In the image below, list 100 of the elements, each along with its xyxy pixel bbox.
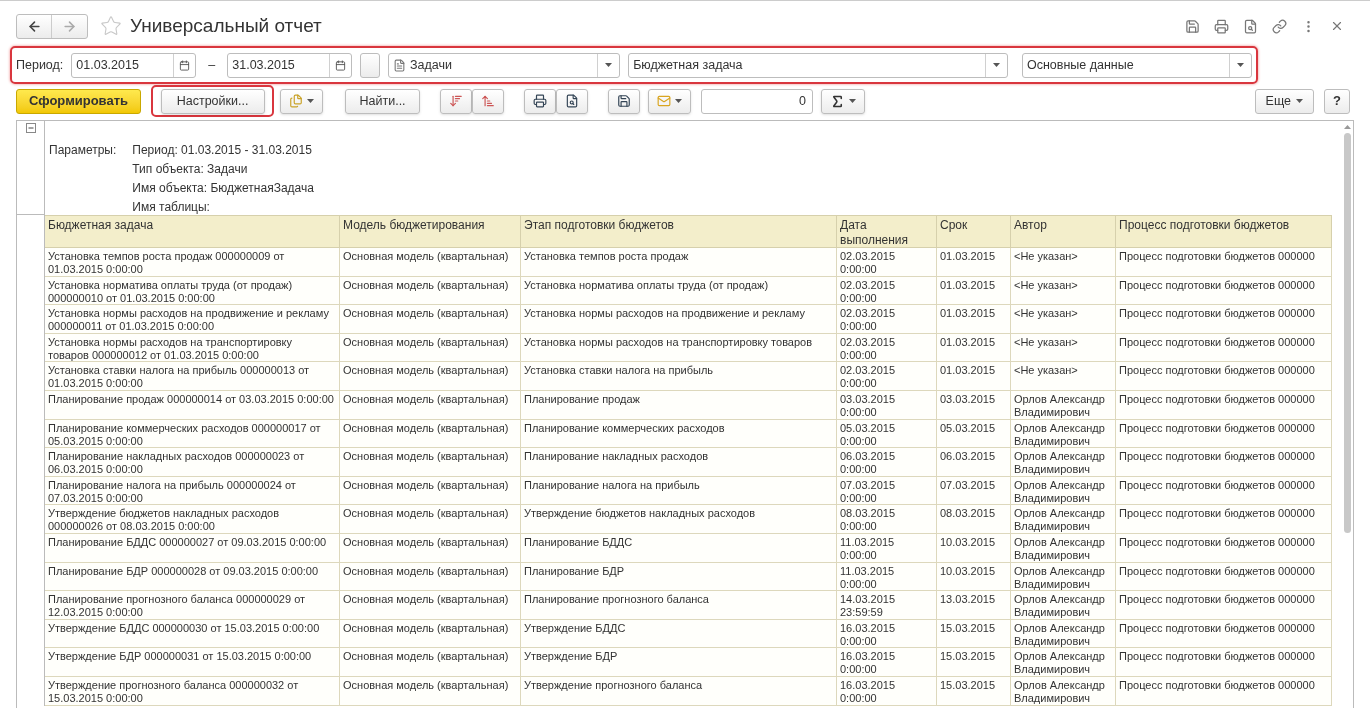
print-icon[interactable] [1214, 18, 1229, 34]
table-cell: Установка нормы расходов на транспортировку товаров [521, 333, 837, 362]
calendar-icon [179, 59, 191, 71]
table-cell: Планирование БДР [521, 562, 837, 591]
table-cell: Основная модель (квартальная) [340, 248, 521, 276]
table-cell: Установка нормы расходов на продвижение и рекламу 000000011 от 01.03.2015 0:00:00 [45, 305, 340, 333]
table-cell: Утверждение бюджетов накладных расходов 000000026 от 08.03.2015 0:00:00 [45, 505, 340, 533]
table-cell: Установка нормы расходов на транспортировку товаров 000000012 от 01.03.2015 0:00:00 [45, 333, 340, 362]
column-header: Процесс подготовки бюджетов [1116, 216, 1332, 247]
collapse-icon[interactable] [25, 123, 36, 133]
table-cell: 07.03.2015 0:00:00 [837, 476, 937, 505]
table-cell: Основная модель (квартальная) [340, 333, 521, 362]
table-cell: Орлов Александр Владимирович [1011, 648, 1116, 676]
link-icon[interactable] [1272, 18, 1287, 34]
table-name-select[interactable]: Основные данные [1021, 52, 1252, 78]
date-field[interactable]: 31.03.2015 [227, 52, 353, 78]
table-cell: Утверждение прогнозного баланса [521, 676, 837, 705]
table-cell: Процесс подготовки бюджетов 000000 [1116, 619, 1332, 648]
table-cell: Орлов Александр Владимирович [1011, 448, 1116, 476]
sum-button[interactable] [821, 88, 866, 114]
table-cell: Процесс подготовки бюджетов 000000 [1116, 562, 1332, 591]
settings-button[interactable]: Настройки... [160, 88, 265, 114]
parameter-text: Период: 01.03.2015 - 31.03.2015 [132, 142, 313, 159]
table-cell: 06.03.2015 0:00:00 [837, 448, 937, 476]
print-button[interactable] [524, 88, 557, 114]
table-cell: Основная модель (квартальная) [340, 619, 521, 648]
parameter-text: Имя таблицы: [132, 199, 211, 216]
preview-icon [565, 94, 580, 108]
table-cell: 07.03.2015 [937, 476, 1011, 505]
table-cell: Процесс подготовки бюджетов 000000 [1116, 448, 1332, 476]
more-button[interactable]: Еще [1254, 88, 1314, 114]
table-cell: Основная модель (квартальная) [340, 676, 521, 705]
table-cell: 02.03.2015 0:00:00 [837, 248, 937, 276]
table-cell: Основная модель (квартальная) [340, 362, 521, 390]
table-cell: Основная модель (квартальная) [340, 533, 521, 562]
scrollbar-thumb[interactable] [1343, 133, 1351, 533]
table-cell: Основная модель (квартальная) [340, 505, 521, 533]
table-cell: Основная модель (квартальная) [340, 648, 521, 676]
preview-icon[interactable] [1243, 18, 1258, 34]
object-type-select[interactable]: Задачи [388, 52, 621, 78]
table-cell: Планирование накладных расходов [521, 448, 837, 476]
table-cell: Процесс подготовки бюджетов 000000 [1116, 305, 1332, 333]
generate-button[interactable]: Сформировать [16, 88, 142, 114]
table-cell: 11.03.2015 0:00:00 [837, 533, 937, 562]
table-cell: Основная модель (квартальная) [340, 562, 521, 591]
help-button[interactable]: ? [1324, 88, 1350, 114]
parameters-label: Параметры: [49, 142, 117, 159]
sort-ascending-button[interactable] [472, 88, 505, 114]
parameter-text: Тип объекта: Задачи [132, 161, 249, 178]
date-field[interactable]: 01.03.2015 [71, 52, 197, 78]
table-cell: Планирование прогнозного баланса 000000029 от 12.03.2015 0:00:00 [45, 591, 340, 619]
print-icon [533, 94, 548, 108]
table-cell: 08.03.2015 0:00:00 [837, 505, 937, 533]
table-cell: Планирование БДДС [521, 533, 837, 562]
table-cell: 15.03.2015 [937, 648, 1011, 676]
table-cell: Основная модель (квартальная) [340, 390, 521, 419]
save-icon[interactable] [1185, 18, 1200, 34]
table-cell: Процесс подготовки бюджетов 000000 [1116, 362, 1332, 390]
table-cell: 05.03.2015 [937, 419, 1011, 448]
documents-icon [289, 94, 304, 108]
table-cell: Утверждение БДР 000000031 от 15.03.2015 0:00:00 [45, 648, 340, 676]
table-cell: Утверждение БДДС [521, 619, 837, 648]
caret-icon [849, 99, 857, 103]
table-cell: Основная модель (квартальная) [340, 419, 521, 448]
caret-icon [1237, 63, 1244, 67]
favorite-star-icon[interactable] [100, 15, 122, 37]
table-cell: Планирование налога на прибыль 000000024 от 07.03.2015 0:00:00 [45, 476, 340, 505]
report-variant-button[interactable] [280, 88, 324, 114]
table-cell: Планирование коммерческих расходов 000000017 от 05.03.2015 0:00:00 [45, 419, 340, 448]
table-cell: 03.03.2015 0:00:00 [837, 390, 937, 419]
table-cell: <Не указан> [1011, 248, 1116, 276]
column-header: Этап подготовки бюджетов [521, 216, 837, 247]
table-cell: 13.03.2015 [937, 591, 1011, 619]
sort-descending-icon [449, 94, 464, 108]
table-cell: 02.03.2015 0:00:00 [837, 362, 937, 390]
table-cell: Орлов Александр Владимирович [1011, 390, 1116, 419]
table-cell: Орлов Александр Владимирович [1011, 676, 1116, 705]
table-cell: Планирование прогнозного баланса [521, 591, 837, 619]
back-arrow-icon [26, 18, 42, 34]
close-icon[interactable] [1330, 19, 1344, 33]
number-field[interactable]: 0 [701, 88, 814, 114]
table-cell: Планирование продаж 000000014 от 03.03.2015 0:00:00 [45, 390, 340, 419]
email-button[interactable] [648, 88, 692, 114]
table-cell: Утверждение БДДС 000000030 от 15.03.2015 0:00:00 [45, 619, 340, 648]
table-cell: 03.03.2015 [937, 390, 1011, 419]
table-cell: Установка ставки налога на прибыль 000000013 от 01.03.2015 0:00:00 [45, 362, 340, 390]
scroll-up-icon[interactable] [1343, 125, 1351, 129]
table-cell: Процесс подготовки бюджетов 000000 [1116, 505, 1332, 533]
find-button[interactable]: Найти... [345, 88, 421, 114]
sort-descending-button[interactable] [440, 88, 473, 114]
empty-button[interactable] [360, 52, 381, 78]
object-name-select[interactable]: Бюджетная задача [628, 52, 1008, 78]
table-cell: Планирование БДР 000000028 от 09.03.2015 0:00:00 [45, 562, 340, 591]
caret-icon [307, 99, 315, 103]
table-cell: Орлов Александр Владимирович [1011, 505, 1116, 533]
caret-icon [605, 63, 613, 67]
save-button[interactable] [608, 88, 641, 114]
preview-button[interactable] [556, 88, 589, 114]
calendar-icon [335, 59, 347, 71]
table-cell: 10.03.2015 [937, 533, 1011, 562]
